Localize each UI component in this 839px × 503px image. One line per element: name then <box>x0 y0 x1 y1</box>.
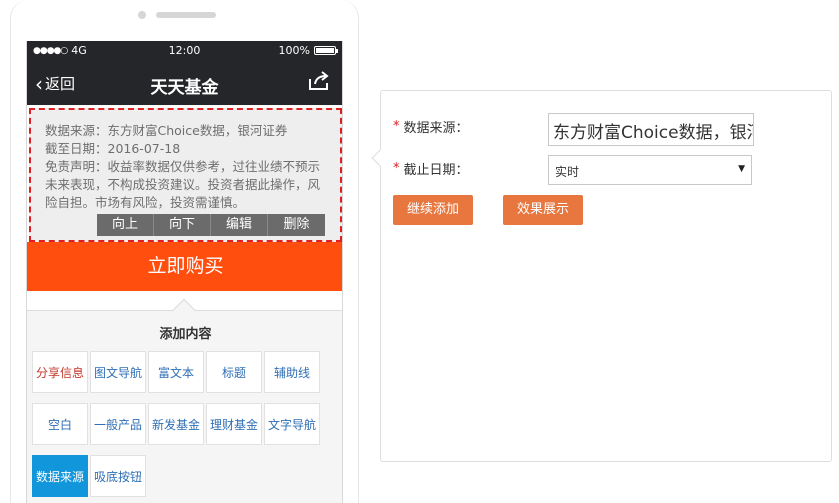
source-field-label: 数据来源： <box>403 121 469 136</box>
phone-screen: ●●●●○ 4G 12:00 100% ‹ 返回 天天基金 数据来源：东方财富C… <box>26 41 343 503</box>
add-content-panel: 添加内容 分享信息 图文导航 富文本 标题 辅助线 空白 一般产品 新发基金 理… <box>27 298 342 503</box>
date-field-row: * 截止日期： <box>393 159 469 178</box>
block-toolbar: 向上 向下 编辑 删除 <box>97 214 325 236</box>
tile-general-product[interactable]: 一般产品 <box>90 403 146 445</box>
tile-rich-text[interactable]: 富文本 <box>148 351 204 393</box>
nav-bar: ‹ 返回 天天基金 <box>27 61 342 105</box>
add-content-heading: 添加内容 <box>159 327 212 342</box>
share-icon[interactable] <box>308 71 330 91</box>
tile-title[interactable]: 标题 <box>206 351 262 393</box>
disclaimer-line: 免责声明：收益率数据仅供参考，过往业绩不预示未来表现，不构成投资建议。投资者据此… <box>45 159 321 210</box>
continue-add-button[interactable]: 继续添加 <box>393 195 473 225</box>
tile-blank[interactable]: 空白 <box>32 403 88 445</box>
tile-bottom-button[interactable]: 吸底按钮 <box>90 455 146 497</box>
data-source-block[interactable]: 数据来源：东方财富Choice数据，银河证券 截至日期：2016-07-18 免… <box>29 108 342 242</box>
battery-icon <box>314 46 338 55</box>
date-field-label: 截止日期： <box>403 163 469 178</box>
tile-data-source[interactable]: 数据来源 <box>32 455 88 497</box>
date-select[interactable]: 实时 ▼ <box>548 155 752 185</box>
required-mark: * <box>393 119 400 134</box>
required-mark: * <box>393 161 400 176</box>
tile-image-nav[interactable]: 图文导航 <box>90 351 146 393</box>
tile-guide-line[interactable]: 辅助线 <box>264 351 320 393</box>
date-line: 截至日期：2016-07-18 <box>45 141 181 156</box>
panel-caret <box>172 298 196 322</box>
buy-now-button[interactable]: 立即购买 <box>27 242 342 291</box>
tile-new-fund[interactable]: 新发基金 <box>148 403 204 445</box>
delete-button[interactable]: 删除 <box>268 214 325 236</box>
date-select-value: 实时 <box>555 165 580 179</box>
tile-text-nav[interactable]: 文字导航 <box>264 403 320 445</box>
edit-button[interactable]: 编辑 <box>211 214 268 236</box>
source-line: 数据来源：东方财富Choice数据，银河证券 <box>45 123 288 138</box>
move-up-button[interactable]: 向上 <box>97 214 154 236</box>
preview-button[interactable]: 效果展示 <box>503 195 583 225</box>
tile-share-info[interactable]: 分享信息 <box>32 351 88 393</box>
source-input[interactable]: 东方财富Choice数据，银河证券 <box>548 113 754 146</box>
tile-wealth-fund[interactable]: 理财基金 <box>206 403 262 445</box>
component-tiles: 分享信息 图文导航 富文本 标题 辅助线 空白 一般产品 新发基金 理财基金 文… <box>32 351 342 497</box>
chevron-down-icon: ▼ <box>738 164 745 174</box>
editor-stage: ●●●●○ 4G 12:00 100% ‹ 返回 天天基金 数据来源：东方财富C… <box>0 0 839 503</box>
config-pointer <box>371 149 389 167</box>
battery-percent: 100% <box>278 44 310 57</box>
move-down-button[interactable]: 向下 <box>154 214 211 236</box>
status-bar: ●●●●○ 4G 12:00 100% <box>27 41 342 61</box>
phone-camera <box>138 11 146 19</box>
source-field-row: * 数据来源： <box>393 117 469 136</box>
phone-speaker <box>156 12 216 18</box>
config-panel: * 数据来源： 东方财富Choice数据，银河证券 * 截止日期： 实时 ▼ 继… <box>371 90 832 462</box>
page-title: 天天基金 <box>150 78 219 98</box>
